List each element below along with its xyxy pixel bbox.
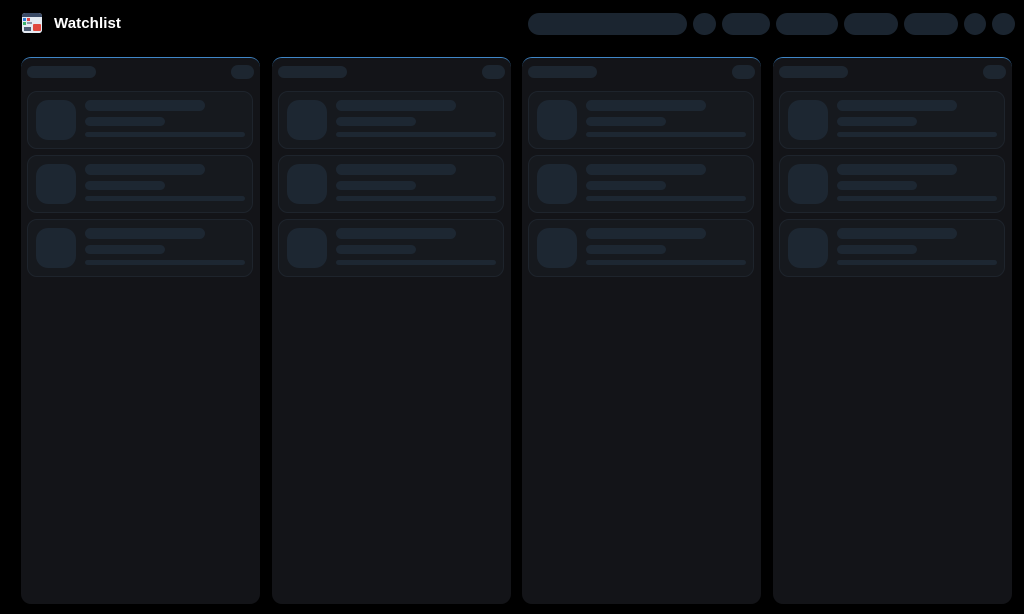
card-placeholder[interactable] bbox=[278, 219, 504, 277]
card-thumbnail-placeholder bbox=[788, 164, 828, 204]
column-title-placeholder bbox=[278, 66, 347, 78]
column-count-placeholder bbox=[983, 65, 1006, 79]
search-input-placeholder[interactable] bbox=[528, 13, 687, 35]
card-subtitle-placeholder bbox=[837, 117, 917, 126]
column-title-placeholder bbox=[528, 66, 597, 78]
card-placeholder[interactable] bbox=[779, 91, 1005, 149]
card-title-placeholder bbox=[336, 228, 456, 239]
card-title-placeholder bbox=[586, 100, 706, 111]
card-meta-placeholder bbox=[586, 260, 746, 265]
header-icon-button-placeholder[interactable] bbox=[964, 13, 986, 35]
card-placeholder[interactable] bbox=[278, 91, 504, 149]
card-meta-placeholder bbox=[336, 196, 496, 201]
header-button-placeholder[interactable] bbox=[904, 13, 958, 35]
column-count-placeholder bbox=[231, 65, 254, 79]
card-meta-placeholder bbox=[586, 132, 746, 137]
card-thumbnail-placeholder bbox=[537, 100, 577, 140]
card-placeholder[interactable] bbox=[779, 219, 1005, 277]
card-meta-placeholder bbox=[85, 260, 245, 265]
column-title-placeholder bbox=[27, 66, 96, 78]
card-meta-placeholder bbox=[336, 260, 496, 265]
header-button-placeholder[interactable] bbox=[844, 13, 898, 35]
card-meta-placeholder bbox=[837, 132, 997, 137]
card-title-placeholder bbox=[837, 164, 957, 175]
card-title-placeholder bbox=[586, 164, 706, 175]
header-button-placeholder[interactable] bbox=[776, 13, 838, 35]
card-title-placeholder bbox=[336, 100, 456, 111]
card-placeholder[interactable] bbox=[528, 155, 754, 213]
card-placeholder[interactable] bbox=[779, 155, 1005, 213]
card-subtitle-placeholder bbox=[336, 181, 416, 190]
board-column bbox=[21, 57, 260, 604]
board-column bbox=[272, 57, 511, 604]
header-button-placeholder[interactable] bbox=[722, 13, 770, 35]
card-subtitle-placeholder bbox=[85, 117, 165, 126]
board-column bbox=[522, 57, 761, 604]
card-placeholder[interactable] bbox=[528, 91, 754, 149]
card-title-placeholder bbox=[85, 228, 205, 239]
top-bar: Watchlist bbox=[0, 0, 1024, 50]
app-window: Watchlist bbox=[0, 0, 1024, 614]
card-thumbnail-placeholder bbox=[537, 164, 577, 204]
card-thumbnail-placeholder bbox=[36, 228, 76, 268]
card-subtitle-placeholder bbox=[586, 245, 666, 254]
card-title-placeholder bbox=[85, 164, 205, 175]
header-icon-button-placeholder[interactable] bbox=[992, 13, 1015, 35]
card-meta-placeholder bbox=[837, 260, 997, 265]
board-column bbox=[773, 57, 1012, 604]
card-placeholder[interactable] bbox=[27, 219, 253, 277]
card-thumbnail-placeholder bbox=[287, 164, 327, 204]
card-subtitle-placeholder bbox=[336, 245, 416, 254]
card-subtitle-placeholder bbox=[336, 117, 416, 126]
card-thumbnail-placeholder bbox=[36, 164, 76, 204]
card-thumbnail-placeholder bbox=[537, 228, 577, 268]
card-title-placeholder bbox=[85, 100, 205, 111]
card-thumbnail-placeholder bbox=[287, 100, 327, 140]
card-subtitle-placeholder bbox=[837, 245, 917, 254]
card-subtitle-placeholder bbox=[586, 117, 666, 126]
card-subtitle-placeholder bbox=[586, 181, 666, 190]
header-icon-button-placeholder[interactable] bbox=[693, 13, 716, 35]
card-meta-placeholder bbox=[837, 196, 997, 201]
card-meta-placeholder bbox=[85, 196, 245, 201]
card-subtitle-placeholder bbox=[837, 181, 917, 190]
card-placeholder[interactable] bbox=[27, 91, 253, 149]
card-title-placeholder bbox=[586, 228, 706, 239]
card-placeholder[interactable] bbox=[278, 155, 504, 213]
card-meta-placeholder bbox=[85, 132, 245, 137]
card-thumbnail-placeholder bbox=[287, 228, 327, 268]
card-meta-placeholder bbox=[336, 132, 496, 137]
card-placeholder[interactable] bbox=[27, 155, 253, 213]
card-thumbnail-placeholder bbox=[788, 100, 828, 140]
watchlist-app-icon bbox=[22, 13, 42, 33]
column-count-placeholder bbox=[482, 65, 505, 79]
card-thumbnail-placeholder bbox=[36, 100, 76, 140]
column-count-placeholder bbox=[732, 65, 755, 79]
card-placeholder[interactable] bbox=[528, 219, 754, 277]
card-title-placeholder bbox=[336, 164, 456, 175]
card-thumbnail-placeholder bbox=[788, 228, 828, 268]
column-title-placeholder bbox=[779, 66, 848, 78]
card-meta-placeholder bbox=[586, 196, 746, 201]
card-title-placeholder bbox=[837, 228, 957, 239]
card-subtitle-placeholder bbox=[85, 245, 165, 254]
card-subtitle-placeholder bbox=[85, 181, 165, 190]
card-title-placeholder bbox=[837, 100, 957, 111]
app-title: Watchlist bbox=[54, 15, 122, 32]
